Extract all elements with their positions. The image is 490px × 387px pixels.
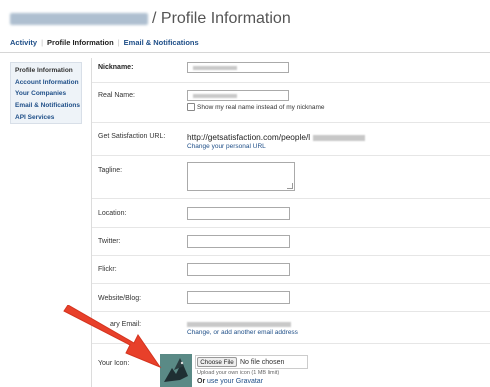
row-divider [92, 82, 490, 83]
tab-activity[interactable]: Activity [10, 38, 37, 47]
show-real-name-checkbox[interactable] [187, 103, 195, 111]
realname-input[interactable] [187, 90, 289, 101]
header-divider [0, 52, 490, 53]
tagline-textarea[interactable] [187, 162, 295, 191]
change-email-link[interactable]: Change, or add another email address [187, 329, 298, 336]
twitter-input[interactable] [187, 235, 290, 248]
no-file-text: No file chosen [240, 359, 285, 366]
tagline-label: Tagline: [98, 167, 123, 174]
sidebar-item-account-information[interactable]: Account Information [15, 77, 81, 89]
redacted-value [193, 66, 237, 70]
change-url-link[interactable]: Change your personal URL [187, 143, 266, 150]
row-divider [92, 283, 490, 284]
tab-email-notifications[interactable]: Email & Notifications [124, 38, 199, 47]
upload-hint: Upload your own icon (1 MB limit) [197, 370, 280, 376]
redacted-value [193, 94, 237, 98]
or-text: Or [197, 378, 206, 385]
flickr-input[interactable] [187, 263, 290, 276]
sidebar: Profile Information Account Information … [10, 62, 82, 124]
gs-url-label: Get Satisfaction URL: [98, 133, 166, 140]
website-label: Website/Blog: [98, 295, 142, 302]
row-divider [92, 198, 490, 199]
nickname-label: Nickname: [98, 64, 134, 71]
sidebar-item-email-notifications[interactable]: Email & Notifications [15, 100, 81, 112]
website-input[interactable] [187, 291, 290, 304]
location-input[interactable] [187, 207, 290, 220]
gravatar-link[interactable]: use your Gravatar [207, 378, 263, 385]
redacted-company-name [10, 12, 148, 25]
row-divider [92, 227, 490, 228]
nav-separator: | [117, 38, 120, 47]
annotation-arrow-icon [63, 305, 162, 369]
nickname-input[interactable] [187, 62, 289, 73]
sidebar-item-your-companies[interactable]: Your Companies [15, 88, 81, 100]
gs-url-value: http://getsatisfaction.com/people/l [187, 132, 366, 142]
location-label: Location: [98, 210, 127, 217]
tab-profile-information[interactable]: Profile Information [47, 38, 114, 47]
sub-navigation: Activity | Profile Information | Email & Not… [10, 38, 199, 47]
show-real-name-label: Show my real name instead of my nickname [197, 104, 325, 111]
resize-handle-icon[interactable] [287, 183, 293, 189]
row-divider [92, 122, 490, 123]
redacted-email [187, 322, 291, 327]
row-divider [92, 255, 490, 256]
sidebar-item-api-services[interactable]: API Services [15, 112, 81, 124]
realname-label: Real Name: [98, 92, 135, 99]
choose-file-button[interactable]: Choose File [197, 357, 237, 367]
page-title: / Profile Information [10, 10, 291, 28]
flickr-label: Flickr: [98, 266, 117, 273]
row-divider [92, 155, 490, 156]
redacted-username [313, 134, 366, 141]
twitter-label: Twitter: [98, 238, 121, 245]
nav-separator: | [41, 38, 44, 47]
sidebar-item-profile-information[interactable]: Profile Information [15, 65, 81, 77]
